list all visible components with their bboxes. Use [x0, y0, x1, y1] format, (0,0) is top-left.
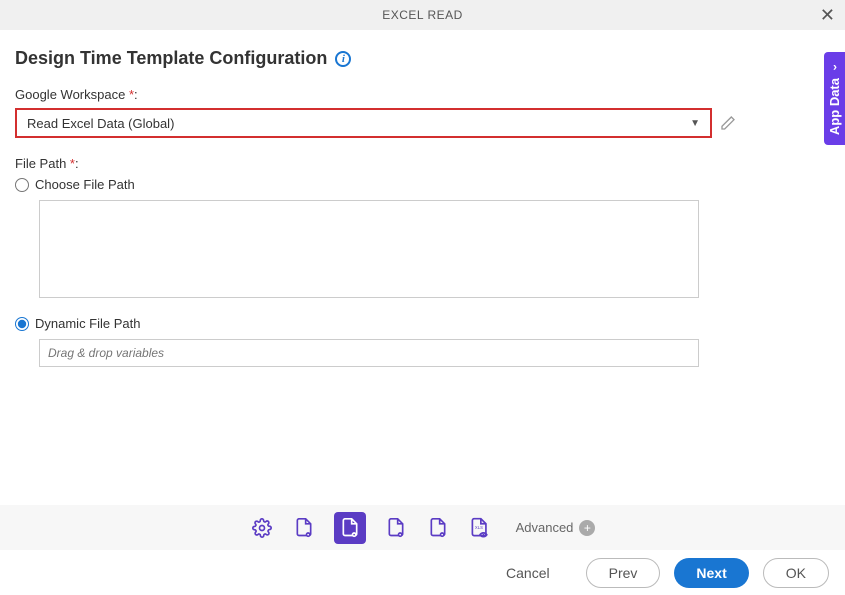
- filepath-label: File Path *:: [15, 156, 830, 171]
- dialog-header: EXCEL READ ✕: [0, 0, 845, 30]
- dialog-title: EXCEL READ: [382, 8, 463, 22]
- file-config-icon[interactable]: [292, 516, 316, 540]
- svg-text:XLS: XLS: [475, 524, 483, 529]
- edit-icon[interactable]: [720, 115, 736, 131]
- gear-icon[interactable]: [250, 516, 274, 540]
- next-button[interactable]: Next: [674, 558, 748, 588]
- section-title: Design Time Template Configuration i: [15, 48, 830, 69]
- file-settings-icon[interactable]: [334, 512, 366, 544]
- dynamic-filepath-input[interactable]: [39, 339, 699, 367]
- app-data-label: App Data: [827, 78, 842, 135]
- file-preview-icon[interactable]: XLS: [468, 516, 492, 540]
- prev-button[interactable]: Prev: [586, 558, 661, 588]
- file-output-icon[interactable]: [426, 516, 450, 540]
- dynamic-filepath-radio[interactable]: [15, 317, 29, 331]
- plus-icon: +: [579, 520, 595, 536]
- choose-filepath-radio[interactable]: [15, 178, 29, 192]
- advanced-toggle[interactable]: Advanced +: [516, 520, 596, 536]
- choose-filepath-radio-row: Choose File Path: [15, 177, 830, 192]
- chevron-left-icon: ‹: [833, 61, 837, 75]
- footer: Cancel Prev Next OK: [0, 550, 845, 595]
- workspace-label: Google Workspace *:: [15, 87, 830, 102]
- file-gear-icon[interactable]: [384, 516, 408, 540]
- cancel-button[interactable]: Cancel: [484, 558, 572, 588]
- choose-filepath-box[interactable]: [39, 200, 699, 298]
- close-icon[interactable]: ✕: [820, 5, 835, 26]
- toolbar: XLS Advanced +: [0, 505, 845, 550]
- choose-filepath-label[interactable]: Choose File Path: [35, 177, 135, 192]
- dynamic-filepath-radio-row: Dynamic File Path: [15, 316, 830, 331]
- dynamic-filepath-label[interactable]: Dynamic File Path: [35, 316, 140, 331]
- workspace-select[interactable]: Read Excel Data (Global) ▼: [15, 108, 712, 138]
- section-title-text: Design Time Template Configuration: [15, 48, 327, 69]
- app-data-tab[interactable]: ‹ App Data: [824, 52, 845, 145]
- workspace-select-row: Read Excel Data (Global) ▼: [15, 108, 830, 138]
- workspace-select-value: Read Excel Data (Global): [27, 116, 174, 131]
- content-area: Design Time Template Configuration i Goo…: [0, 30, 845, 367]
- advanced-label: Advanced: [516, 520, 574, 535]
- info-icon[interactable]: i: [335, 51, 351, 67]
- ok-button[interactable]: OK: [763, 558, 829, 588]
- chevron-down-icon: ▼: [690, 118, 700, 129]
